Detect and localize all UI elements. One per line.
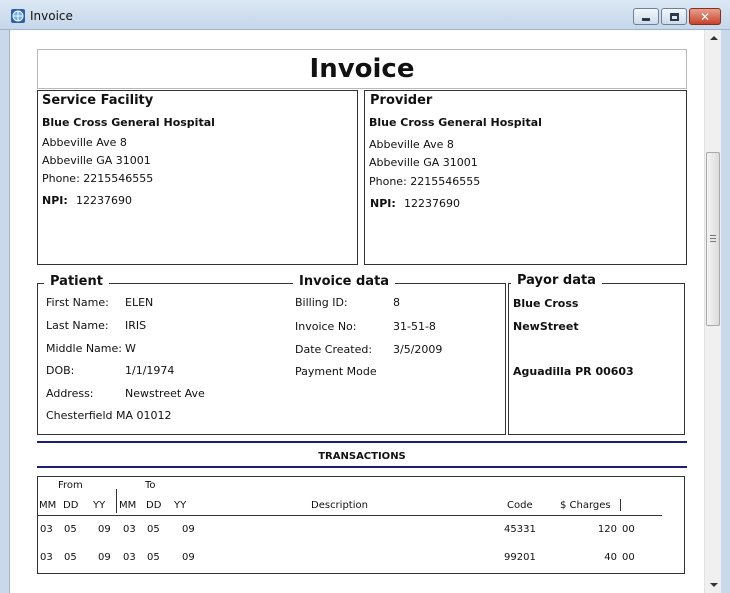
- date-created-label: Date Created:: [295, 343, 373, 356]
- row1-charges: 120: [597, 524, 617, 535]
- window-frame-left: [0, 30, 10, 593]
- last-name-value: IRIS: [125, 319, 147, 332]
- scroll-thumb[interactable]: [706, 152, 720, 326]
- close-button[interactable]: ✕: [689, 8, 721, 25]
- payor-street: NewStreet: [513, 320, 579, 333]
- window-title: Invoice: [30, 9, 73, 23]
- row2-charges: 40: [604, 552, 617, 563]
- vertical-scrollbar[interactable]: [704, 30, 721, 593]
- provider-box: Provider Blue Cross General Hospital Abb…: [364, 90, 687, 265]
- payor-box: Blue Cross NewStreet Aguadilla PR 00603: [508, 283, 685, 435]
- close-icon: ✕: [699, 9, 711, 24]
- transactions-top-rule: [37, 441, 687, 443]
- provider-npi-value: 12237690: [404, 197, 460, 210]
- row1-yy-from: 09: [98, 524, 111, 535]
- dob-label: DOB:: [46, 364, 75, 377]
- arrow-down-icon: [709, 583, 718, 587]
- header-description: Description: [311, 500, 368, 511]
- row1-dd-to: 05: [147, 524, 160, 535]
- provider-phone: Phone: 2215546555: [369, 175, 481, 188]
- header-dd-from: DD: [63, 500, 79, 511]
- provider-address1: Abbeville Ave 8: [369, 138, 454, 151]
- header-mm-to: MM: [119, 500, 137, 511]
- header-charges: $ Charges: [560, 500, 611, 511]
- header-dd-to: DD: [146, 500, 162, 511]
- row2-mm-to: 03: [123, 552, 136, 563]
- maximize-button[interactable]: [661, 8, 687, 25]
- app-globe-icon: [11, 9, 25, 23]
- scroll-up-button[interactable]: [705, 30, 722, 46]
- scroll-down-button[interactable]: [705, 577, 722, 593]
- row1-mm-from: 03: [40, 524, 53, 535]
- row2-code: 99201: [504, 552, 536, 563]
- billing-id-label: Billing ID:: [295, 296, 348, 309]
- charges-divider: [620, 499, 621, 511]
- row2-mm-from: 03: [40, 552, 53, 563]
- header-mm-from: MM: [39, 500, 57, 511]
- provider-npi-label: NPI:: [370, 197, 396, 210]
- first-name-value: ELEN: [125, 296, 154, 309]
- header-code: Code: [507, 500, 533, 511]
- service-facility-phone: Phone: 2215546555: [42, 172, 154, 185]
- row1-yy-to: 09: [182, 524, 195, 535]
- address-value: Newstreet Ave: [125, 387, 205, 400]
- grip-icon: [710, 235, 716, 244]
- service-facility-title: Service Facility: [42, 93, 154, 108]
- minimize-button[interactable]: [633, 8, 659, 25]
- invoice-no-value: 31-51-8: [393, 320, 436, 333]
- row2-yy-to: 09: [182, 552, 195, 563]
- to-group-label: To: [145, 480, 156, 491]
- from-group-label: From: [58, 480, 83, 491]
- payor-name: Blue Cross: [513, 297, 579, 310]
- payment-mode-label: Payment Mode: [295, 365, 377, 378]
- row2-cents: 00: [622, 552, 635, 563]
- invoice-document: Invoice Service Facility Blue Cross Gene…: [11, 31, 704, 593]
- minimize-icon: [642, 18, 650, 21]
- window-frame-right: [721, 30, 730, 593]
- invoice-no-label: Invoice No:: [295, 320, 357, 333]
- middle-name-label: Middle Name:: [46, 342, 122, 355]
- patient-invoice-box: First Name: ELEN Last Name: IRIS Middle …: [37, 283, 506, 435]
- service-facility-address1: Abbeville Ave 8: [42, 136, 127, 149]
- service-facility-box: Service Facility Blue Cross General Hosp…: [37, 90, 358, 265]
- arrow-up-icon: [709, 36, 718, 40]
- patient-city-line: Chesterfield MA 01012: [46, 409, 172, 422]
- row1-dd-from: 05: [64, 524, 77, 535]
- from-to-divider: [116, 489, 117, 513]
- payor-legend: Payor data: [511, 273, 602, 288]
- maximize-icon: [669, 12, 679, 21]
- invoice-data-legend: Invoice data: [293, 274, 396, 289]
- service-facility-npi-label: NPI:: [42, 194, 68, 207]
- date-created-value: 3/5/2009: [393, 343, 443, 356]
- transactions-bottom-rule: [37, 466, 687, 468]
- payor-city-line: Aguadilla PR 00603: [513, 365, 634, 378]
- service-facility-address2: Abbeville GA 31001: [42, 154, 151, 167]
- row2-yy-from: 09: [98, 552, 111, 563]
- row1-mm-to: 03: [123, 524, 136, 535]
- header-yy-from: YY: [93, 500, 106, 511]
- transactions-table: From To MM DD YY MM DD YY Description Co…: [37, 476, 685, 574]
- first-name-label: First Name:: [46, 296, 109, 309]
- service-facility-npi-value: 12237690: [76, 194, 132, 207]
- service-facility-name: Blue Cross General Hospital: [42, 116, 215, 129]
- invoice-title-box: Invoice: [37, 49, 687, 89]
- dob-value: 1/1/1974: [125, 364, 175, 377]
- provider-address2: Abbeville GA 31001: [369, 156, 478, 169]
- row1-cents: 00: [622, 524, 635, 535]
- row1-code: 45331: [504, 524, 536, 535]
- provider-name: Blue Cross General Hospital: [369, 116, 542, 129]
- invoice-heading: Invoice: [309, 54, 415, 84]
- patient-legend: Patient: [44, 274, 109, 289]
- provider-title: Provider: [370, 93, 433, 108]
- header-yy-to: YY: [174, 500, 187, 511]
- last-name-label: Last Name:: [46, 319, 109, 332]
- address-label: Address:: [46, 387, 94, 400]
- transactions-title: TRANSACTIONS: [318, 451, 406, 462]
- billing-id-value: 8: [393, 296, 400, 309]
- header-underline: [38, 515, 662, 516]
- middle-name-value: W: [125, 342, 136, 355]
- window-titlebar: Invoice ✕: [0, 0, 730, 30]
- row2-dd-from: 05: [64, 552, 77, 563]
- row2-dd-to: 05: [147, 552, 160, 563]
